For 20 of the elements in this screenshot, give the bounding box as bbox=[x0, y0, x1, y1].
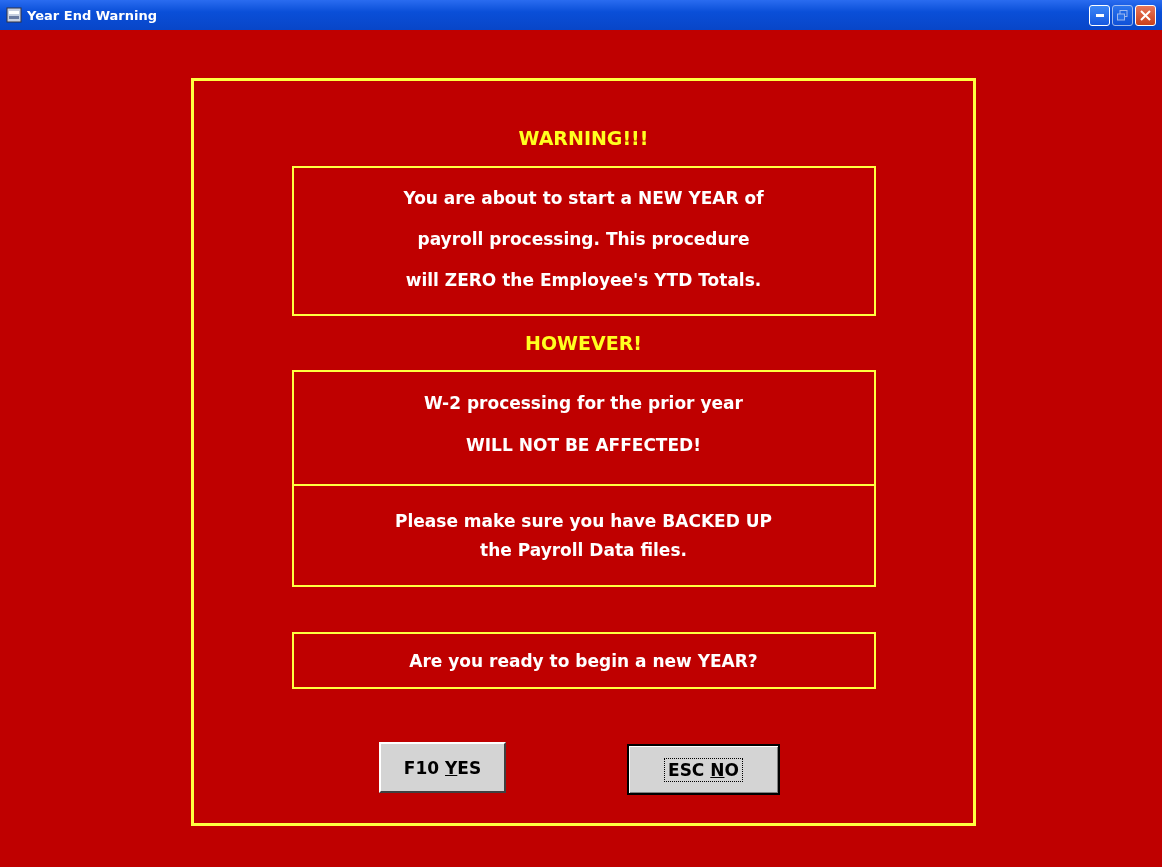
notice-text: Please make sure you have BACKED UP bbox=[395, 511, 772, 531]
notice-text: payroll processing. This procedure bbox=[417, 229, 750, 249]
notice-text: Are you ready to begin a new YEAR? bbox=[409, 650, 758, 671]
notice-text: will ZERO the Employee's YTD Totals. bbox=[405, 270, 762, 290]
restore-button[interactable] bbox=[1112, 4, 1133, 26]
notice-text: WILL NOT BE AFFECTED! bbox=[466, 435, 701, 455]
minimize-icon bbox=[1095, 13, 1104, 17]
however-heading: HOWEVER! bbox=[525, 332, 642, 354]
close-button[interactable] bbox=[1135, 4, 1156, 26]
app-icon bbox=[6, 7, 22, 23]
notice-text: You are about to start a NEW YEAR of bbox=[403, 188, 764, 208]
window-title: Year End Warning bbox=[27, 7, 159, 23]
close-icon bbox=[1140, 9, 1151, 21]
restore-icon bbox=[1117, 9, 1128, 21]
warning-heading: WARNING!!! bbox=[517, 126, 650, 151]
minimize-button[interactable] bbox=[1089, 4, 1110, 26]
notice-text: W-2 processing for the prior year bbox=[424, 393, 743, 413]
notice-text: the Payroll Data files. bbox=[480, 540, 687, 560]
no-button[interactable]: ESC NO bbox=[627, 744, 780, 795]
yes-button[interactable]: F10 YES bbox=[379, 742, 506, 793]
